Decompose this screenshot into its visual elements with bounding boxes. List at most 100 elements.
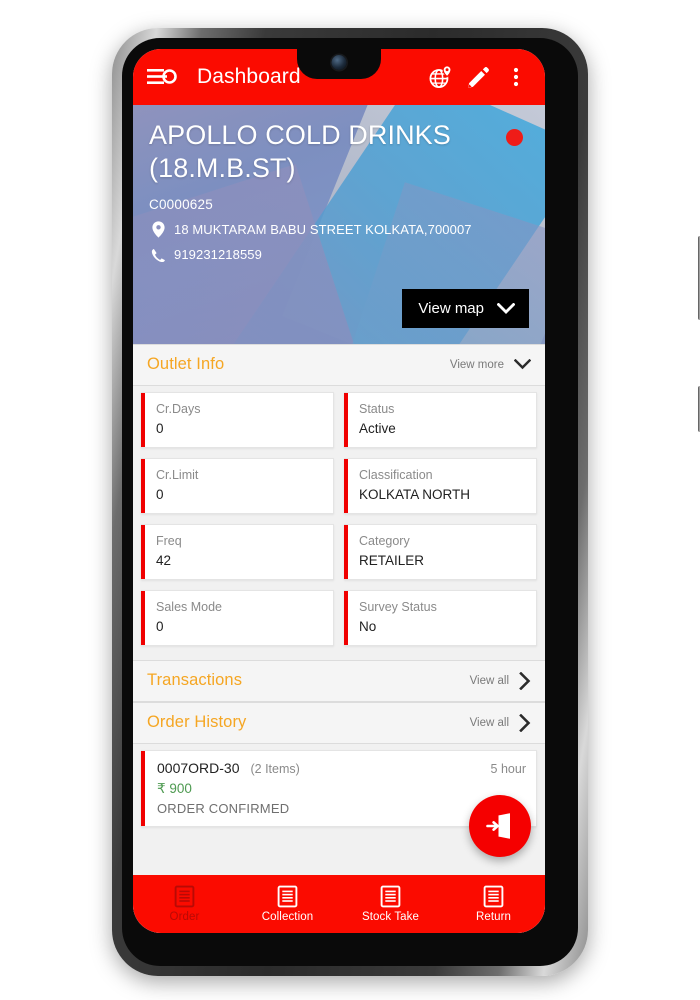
view-all-label: View all	[469, 674, 509, 687]
info-card-body: Survey Status No	[348, 591, 447, 645]
order-timestamp: 5 hour	[490, 762, 526, 776]
info-label: Sales Mode	[156, 600, 223, 614]
info-card-body: Sales Mode 0	[145, 591, 232, 645]
info-label: Cr.Days	[156, 402, 201, 416]
info-card-body: Status Active	[348, 393, 406, 447]
check-in-fab-button[interactable]	[469, 795, 531, 857]
overflow-menu-glyph	[513, 67, 519, 87]
chevron-down-icon	[514, 359, 531, 370]
chevron-down-icon	[497, 302, 515, 314]
info-row: Freq 42 Category RETAILER	[141, 524, 537, 580]
outlet-name: APOLLO COLD DRINKS (18.M.B.ST)	[149, 120, 451, 183]
globe-location-glyph	[429, 64, 452, 88]
chevron-right-icon	[519, 671, 531, 690]
hamburger-menu-icon[interactable]	[147, 64, 177, 90]
info-card-body: Cr.Days 0	[145, 393, 210, 447]
info-label: Cr.Limit	[156, 468, 199, 482]
info-card-body: Classification KOLKATA NORTH	[348, 459, 480, 513]
info-value: No	[359, 619, 377, 634]
info-card-category[interactable]: Category RETAILER	[344, 524, 537, 580]
view-all-label: View all	[469, 716, 509, 729]
info-card-body: Cr.Limit 0	[145, 459, 208, 513]
phone-icon	[149, 248, 167, 262]
outlet-phone: 919231218559	[174, 247, 262, 262]
location-pin-glyph	[151, 221, 165, 238]
phone-screen: Dashboard APOLLO COLD DRINKS (18.M.B.ST)…	[133, 49, 545, 933]
phone-bezel: Dashboard APOLLO COLD DRINKS (18.M.B.ST)…	[122, 38, 578, 966]
nav-label: Stock Take	[361, 911, 420, 923]
info-row: Cr.Days 0 Status Active	[141, 392, 537, 448]
outlet-info-section-header: Outlet Info View more	[133, 344, 545, 386]
nav-item-return[interactable]: Return	[442, 875, 545, 933]
hamburger-menu-glyph	[147, 69, 177, 84]
info-label: Classification	[359, 468, 433, 482]
order-id: 0007ORD-30	[157, 760, 240, 776]
check-in-door-icon	[486, 813, 510, 839]
info-label: Freq	[156, 534, 182, 548]
transactions-view-all-button[interactable]: View all	[469, 671, 531, 690]
order-history-section-header[interactable]: Order History View all	[133, 702, 545, 744]
outlet-address-row: 18 MUKTARAM BABU STREET KOLKATA,700007	[149, 221, 529, 238]
info-label: Status	[359, 402, 395, 416]
edit-pencil-icon[interactable]	[461, 60, 495, 94]
return-document-icon	[483, 885, 504, 908]
order-item-top-row: 0007ORD-30 (2 Items) 5 hour	[157, 760, 526, 776]
view-more-button[interactable]: View more	[450, 359, 531, 371]
info-value: Active	[359, 421, 396, 436]
order-amount: ₹ 900	[157, 781, 192, 796]
order-history-view-all-button[interactable]: View all	[469, 713, 531, 732]
info-card-body: Freq 42	[145, 525, 192, 579]
transactions-section-header[interactable]: Transactions View all	[133, 660, 545, 702]
order-document-icon	[174, 885, 195, 908]
phone-glyph	[151, 248, 165, 262]
outlet-info-grid: Cr.Days 0 Status Active Cr.Limit 0 Class…	[133, 386, 545, 660]
globe-location-icon[interactable]	[423, 60, 457, 94]
info-value: 0	[156, 619, 164, 634]
info-value: KOLKATA NORTH	[359, 487, 471, 502]
status-badge	[506, 129, 523, 146]
nav-item-stock-take[interactable]: Stock Take	[339, 875, 442, 933]
collection-document-icon	[277, 885, 298, 908]
page-title: Dashboard	[197, 65, 301, 88]
transactions-title: Transactions	[147, 671, 243, 689]
nav-label: Order	[169, 911, 200, 923]
info-card-classification[interactable]: Classification KOLKATA NORTH	[344, 458, 537, 514]
view-more-label: View more	[449, 358, 504, 371]
outlet-hero-card: APOLLO COLD DRINKS (18.M.B.ST) C0000625 …	[133, 105, 545, 344]
front-camera-icon	[331, 55, 347, 70]
stock-take-document-icon	[380, 885, 401, 908]
outlet-details: APOLLO COLD DRINKS (18.M.B.ST) C0000625 …	[133, 105, 545, 262]
nav-item-order[interactable]: Order	[133, 875, 236, 933]
info-card-status[interactable]: Status Active	[344, 392, 537, 448]
overflow-menu-icon[interactable]	[499, 60, 533, 94]
camera-notch	[297, 49, 381, 79]
nav-label: Collection	[261, 911, 314, 923]
bottom-navigation-bar: Order Collection Stock Take Return	[133, 875, 545, 933]
nav-item-collection[interactable]: Collection	[236, 875, 339, 933]
info-value: 0	[156, 421, 164, 436]
info-value: 42	[156, 553, 172, 568]
info-row: Sales Mode 0 Survey Status No	[141, 590, 537, 646]
chevron-right-icon	[519, 713, 531, 732]
view-map-button[interactable]: View map	[402, 289, 529, 328]
info-card-survey-status[interactable]: Survey Status No	[344, 590, 537, 646]
view-map-label: View map	[418, 300, 484, 317]
outlet-address: 18 MUKTARAM BABU STREET KOLKATA,700007	[174, 222, 472, 237]
info-value: RETAILER	[359, 553, 425, 568]
info-card-cr-limit[interactable]: Cr.Limit 0	[141, 458, 334, 514]
outlet-phone-row[interactable]: 919231218559	[149, 247, 529, 262]
info-card-sales-mode[interactable]: Sales Mode 0	[141, 590, 334, 646]
location-pin-icon	[149, 221, 167, 238]
info-card-body: Category RETAILER	[348, 525, 434, 579]
nav-label: Return	[475, 911, 512, 923]
order-item-count: (2 Items)	[250, 762, 300, 776]
outlet-info-title: Outlet Info	[147, 355, 225, 373]
info-row: Cr.Limit 0 Classification KOLKATA NORTH	[141, 458, 537, 514]
info-label: Survey Status	[359, 600, 437, 614]
info-card-freq[interactable]: Freq 42	[141, 524, 334, 580]
edit-pencil-glyph	[467, 66, 489, 88]
order-history-title: Order History	[147, 713, 247, 731]
info-card-cr-days[interactable]: Cr.Days 0	[141, 392, 334, 448]
phone-device-frame: Dashboard APOLLO COLD DRINKS (18.M.B.ST)…	[112, 28, 700, 976]
outlet-code: C0000625	[149, 197, 213, 212]
